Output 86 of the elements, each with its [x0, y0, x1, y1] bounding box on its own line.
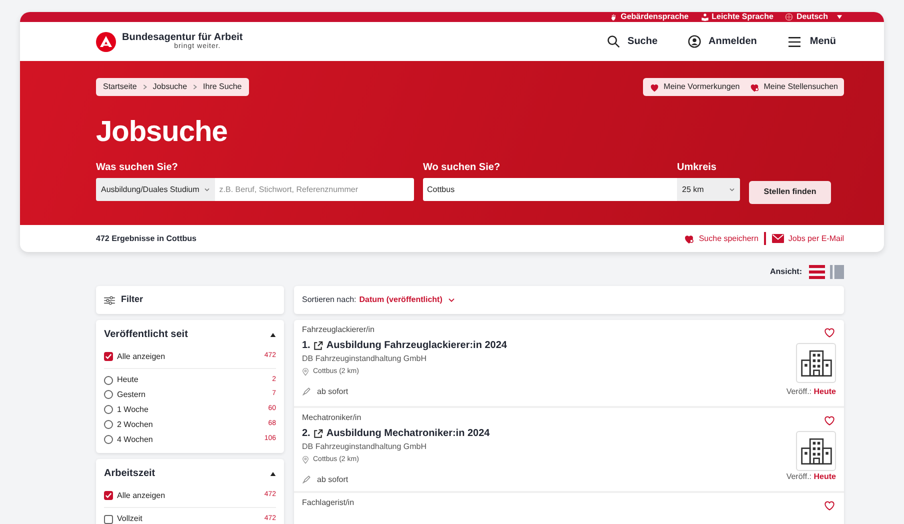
- view-label: Ansicht:: [770, 266, 802, 278]
- filter-group-title: Arbeitszeit: [104, 467, 156, 481]
- list-view-button[interactable]: [809, 264, 825, 280]
- chevron-icon: [193, 84, 198, 90]
- filter-title: Filter: [121, 293, 144, 306]
- search-icon: [606, 35, 620, 48]
- logo-icon: [96, 32, 116, 52]
- job-start: ab sofort: [317, 474, 348, 486]
- language-dropdown[interactable]: Deutsch: [785, 13, 842, 21]
- field-label: Wo suchen Sie?: [422, 163, 502, 173]
- top-link[interactable]: Gebärdensprache: [610, 13, 689, 21]
- job-title-link[interactable]: 1. Ausbildung Fahrzeuglackierer:in 2024: [302, 341, 507, 351]
- bookmark-button[interactable]: [823, 326, 836, 339]
- job-category: Fachlagerist/in: [302, 499, 354, 507]
- checkbox-option[interactable]: Alle anzeigen: [104, 350, 166, 362]
- collapse-button[interactable]: [270, 332, 276, 336]
- radio-option[interactable]: 4 Wochen: [104, 434, 153, 446]
- globe-icon: [785, 13, 794, 21]
- caret-icon: [837, 15, 842, 19]
- location-pin-icon: [302, 456, 309, 464]
- sort-label: Sortieren nach:: [302, 294, 356, 306]
- filter-group-title: Veröffentlicht seit: [104, 328, 188, 342]
- page-title: Jobsuche: [96, 118, 228, 147]
- job-title-link[interactable]: 2. Ausbildung Mechatroniker:in 2024: [302, 429, 490, 439]
- published-date: Veröff.: Heute: [786, 471, 836, 483]
- field-label: Umkreis: [677, 163, 718, 173]
- email-link[interactable]: Jobs per E-Mail: [772, 232, 844, 244]
- external-link-icon: [313, 341, 324, 351]
- job-category: Fahrzeuglackierer/in: [302, 326, 374, 334]
- radio-option[interactable]: Heute: [104, 374, 138, 386]
- radio-option[interactable]: Gestern: [104, 388, 146, 400]
- sliders-icon: [104, 296, 115, 304]
- breadcrumb-link[interactable]: Jobsuche: [152, 81, 188, 93]
- breadcrumb-link[interactable]: Ihre Suche: [203, 81, 242, 93]
- save-search-link[interactable]: Suche speichern: [682, 232, 758, 244]
- nav-search-button[interactable]: Suche: [606, 34, 658, 49]
- column-view-icon: [830, 264, 844, 280]
- list-view-icon: [809, 264, 825, 280]
- bookmark-button[interactable]: [823, 414, 836, 427]
- chevron-icon: [142, 84, 147, 90]
- checkmark-icon: [105, 353, 112, 360]
- submit-button[interactable]: Stellen finden: [749, 180, 831, 204]
- nav-account-button[interactable]: Anmelden: [688, 34, 757, 49]
- field-label: Was suchen Sie?: [96, 163, 179, 173]
- menu-icon: [786, 36, 802, 48]
- caret-icon: [270, 472, 276, 476]
- employer-name: DB Fahrzeuginstandhaltung GmbH: [302, 443, 428, 451]
- radio-option[interactable]: 1 Woche: [104, 404, 148, 416]
- location-pin-icon: [302, 368, 309, 376]
- employer-name: DB Fahrzeuginstandhaltung GmbH: [302, 355, 428, 363]
- building-icon: [800, 437, 832, 465]
- heart-icon: [648, 82, 660, 92]
- category-dropdown[interactable]: Ausbildung/Duales Studium: [96, 178, 216, 201]
- job-start: ab sofort: [317, 386, 348, 398]
- heart-icon: [823, 326, 836, 339]
- shortcut-link[interactable]: Meine Vormerkungen: [648, 81, 740, 93]
- radius-dropdown[interactable]: 25 km: [677, 178, 740, 201]
- checkbox-option[interactable]: Vollzeit: [104, 513, 142, 524]
- results-count: 472 Ergebnisse in Cottbus: [96, 232, 196, 244]
- breadcrumb-link[interactable]: Startseite: [103, 81, 137, 93]
- collapse-button[interactable]: [270, 472, 276, 476]
- building-icon: [800, 349, 832, 377]
- chevron-down-icon: [448, 298, 456, 302]
- user-icon: [688, 35, 701, 48]
- shortcut-link[interactable]: Meine Stellensuchen: [748, 81, 838, 93]
- nav-menu-button[interactable]: Menü: [786, 34, 836, 49]
- location-input[interactable]: Cottbus: [423, 178, 677, 201]
- job-category: Mechatroniker/in: [302, 414, 362, 422]
- external-link-icon: [313, 429, 324, 439]
- chevron-down-icon: [204, 188, 210, 192]
- heart-search-icon: [682, 232, 695, 244]
- caret-icon: [270, 332, 276, 336]
- heart-icon: [823, 414, 836, 427]
- bookmark-button[interactable]: [823, 499, 836, 512]
- chevron-down-icon: [729, 188, 735, 192]
- heart-icon: [823, 499, 836, 512]
- logo-name: Bundesagentur für Arbeit: [122, 33, 243, 43]
- top-link[interactable]: Leichte Sprache: [700, 13, 774, 21]
- sort-dropdown[interactable]: Datum (veröffentlicht): [359, 294, 456, 306]
- checkmark-icon: [105, 492, 112, 499]
- radio-option[interactable]: 2 Wochen: [104, 418, 153, 430]
- checkbox-option[interactable]: Alle anzeigen: [104, 490, 166, 502]
- mail-icon: [772, 234, 784, 243]
- heart-search-icon: [748, 82, 760, 92]
- published-date: Veröff.: Heute: [786, 386, 836, 398]
- keyword-input[interactable]: z.B. Beruf, Stichwort, Referenznummer: [215, 178, 414, 201]
